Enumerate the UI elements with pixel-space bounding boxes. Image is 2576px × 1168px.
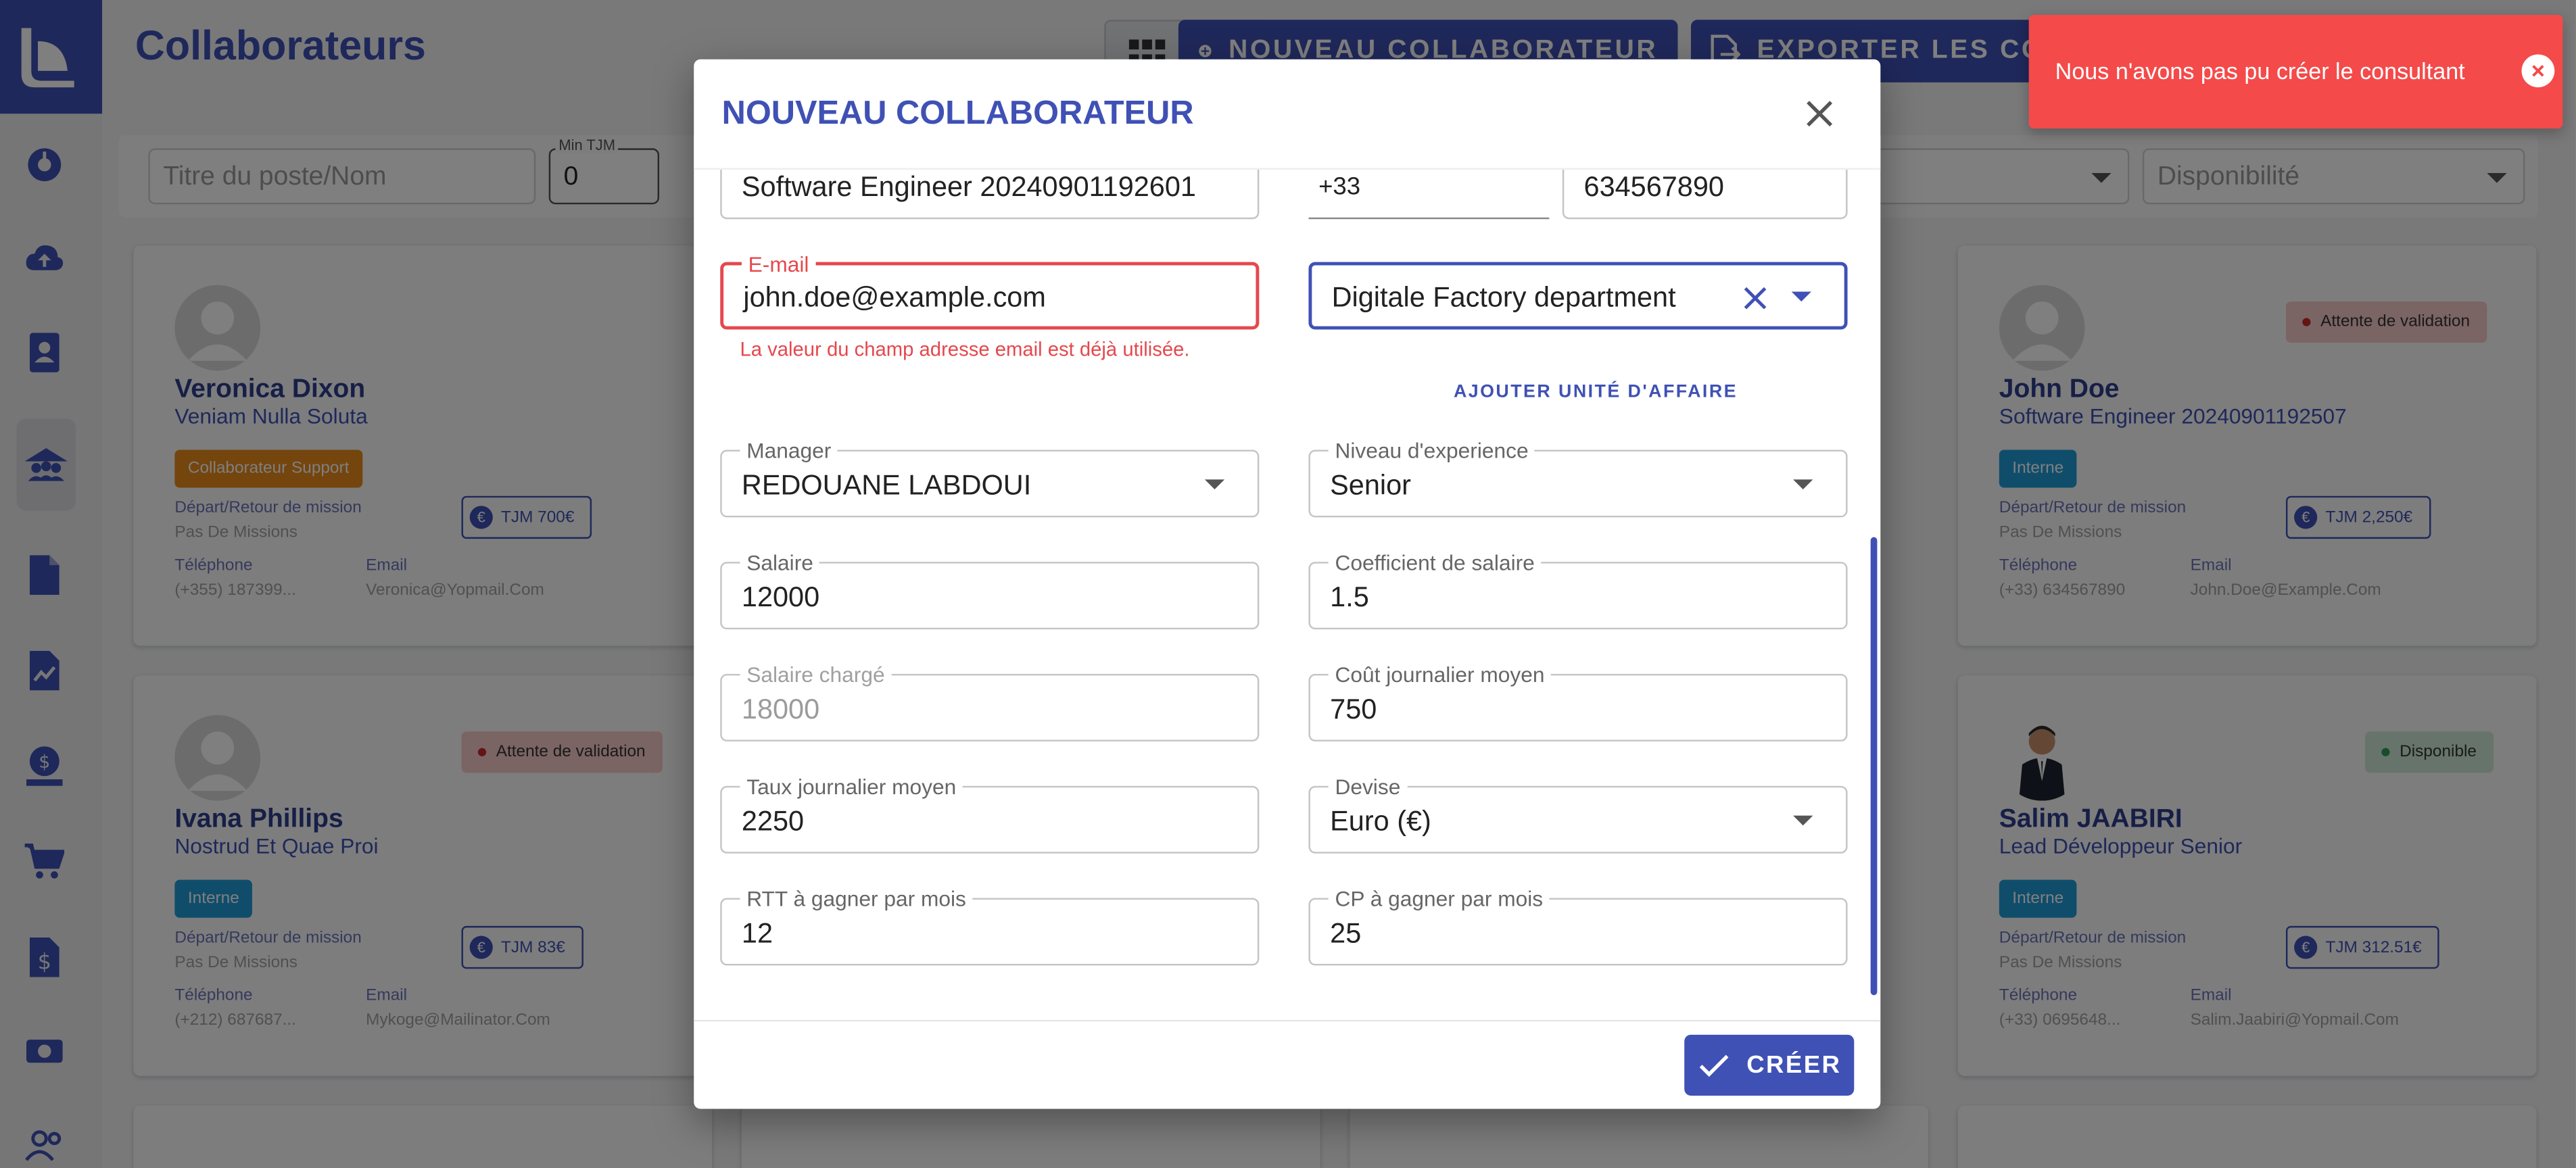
avg-daily-cost-label: Coût journalier moyen	[1328, 662, 1552, 687]
avg-daily-cost-field[interactable]: Coût journalier moyen 750	[1308, 662, 1848, 741]
experience-select[interactable]: Niveau d'experience Senior	[1308, 438, 1848, 518]
business-unit-select[interactable]: Digitale Factory department	[1308, 262, 1848, 330]
dialog-footer-divider	[694, 1019, 1881, 1022]
cp-value: 25	[1330, 917, 1362, 950]
avg-daily-rate-field[interactable]: Taux journalier moyen 2250	[720, 774, 1260, 854]
check-icon	[1699, 1054, 1728, 1076]
create-button[interactable]: CRÉER	[1684, 1034, 1855, 1096]
salary-field[interactable]: Salaire 12000	[720, 550, 1260, 630]
loaded-salary-field: Salaire chargé 18000	[720, 662, 1260, 741]
salary-label: Salaire	[740, 550, 820, 575]
scroll-mask	[694, 137, 1881, 170]
currency-label: Devise	[1328, 774, 1408, 800]
email-label: E-mail	[741, 251, 816, 277]
chevron-down-icon	[1793, 815, 1813, 826]
salary-coefficient-label: Coefficient de salaire	[1328, 550, 1542, 575]
email-field[interactable]: E-mail john.doe@example.com	[720, 251, 1260, 330]
avg-daily-rate-label: Taux journalier moyen	[740, 774, 963, 800]
manager-select[interactable]: Manager REDOUANE LABDOUI	[720, 438, 1260, 518]
app-root: $ $ Collaborateurs NOUVEAU COLLABORATEUR	[0, 0, 2576, 1168]
rtt-label: RTT à gagner par mois	[740, 886, 973, 911]
error-toast: Nous n'avons pas pu créer le consultant	[2028, 14, 2563, 129]
job-title-value: Software Engineer 20240901192601	[741, 171, 1196, 203]
chevron-down-icon	[1204, 479, 1225, 489]
cp-field[interactable]: CP à gagner par mois 25	[1308, 886, 1848, 966]
manager-value: REDOUANE LABDOUI	[741, 469, 1032, 502]
business-unit-value: Digitale Factory department	[1331, 281, 1676, 314]
loaded-salary-value: 18000	[741, 694, 820, 725]
manager-label: Manager	[740, 438, 838, 463]
new-collaborator-dialog: NOUVEAU COLLABORATEUR Software Engineer …	[694, 59, 1881, 1109]
header-divider	[694, 168, 1881, 170]
dialog-title: NOUVEAU COLLABORATEUR	[721, 95, 1194, 132]
chevron-down-icon[interactable]	[1791, 291, 1811, 302]
currency-value: Euro (€)	[1330, 805, 1431, 837]
create-label: CRÉER	[1746, 1051, 1842, 1079]
email-error-message: La valeur du champ adresse email est déj…	[740, 337, 1190, 361]
rtt-value: 12	[741, 917, 773, 950]
experience-value: Senior	[1330, 469, 1411, 502]
avg-daily-rate-value: 2250	[741, 805, 805, 837]
dialog-scrollbar[interactable]	[1870, 537, 1878, 996]
phone-code-value: +33	[1318, 172, 1361, 201]
close-icon[interactable]	[2521, 54, 2555, 88]
salary-coefficient-value: 1.5	[1330, 581, 1369, 613]
experience-label: Niveau d'experience	[1328, 438, 1535, 463]
clear-icon[interactable]	[1740, 283, 1770, 321]
email-value: john.doe@example.com	[743, 281, 1046, 314]
rtt-field[interactable]: RTT à gagner par mois 12	[720, 886, 1260, 966]
loaded-salary-label: Salaire chargé	[740, 662, 892, 687]
salary-value: 12000	[741, 581, 820, 613]
cp-label: CP à gagner par mois	[1328, 886, 1550, 911]
toast-message: Nous n'avons pas pu créer le consultant	[2055, 57, 2465, 84]
avg-daily-cost-value: 750	[1330, 694, 1377, 725]
add-business-unit-link[interactable]: AJOUTER UNITÉ D'AFFAIRE	[1454, 383, 1738, 402]
phone-number-value: 634567890	[1583, 171, 1724, 203]
close-icon[interactable]	[1801, 95, 1838, 132]
currency-select[interactable]: Devise Euro (€)	[1308, 774, 1848, 854]
chevron-down-icon	[1793, 479, 1813, 489]
salary-coefficient-field[interactable]: Coefficient de salaire 1.5	[1308, 550, 1848, 630]
